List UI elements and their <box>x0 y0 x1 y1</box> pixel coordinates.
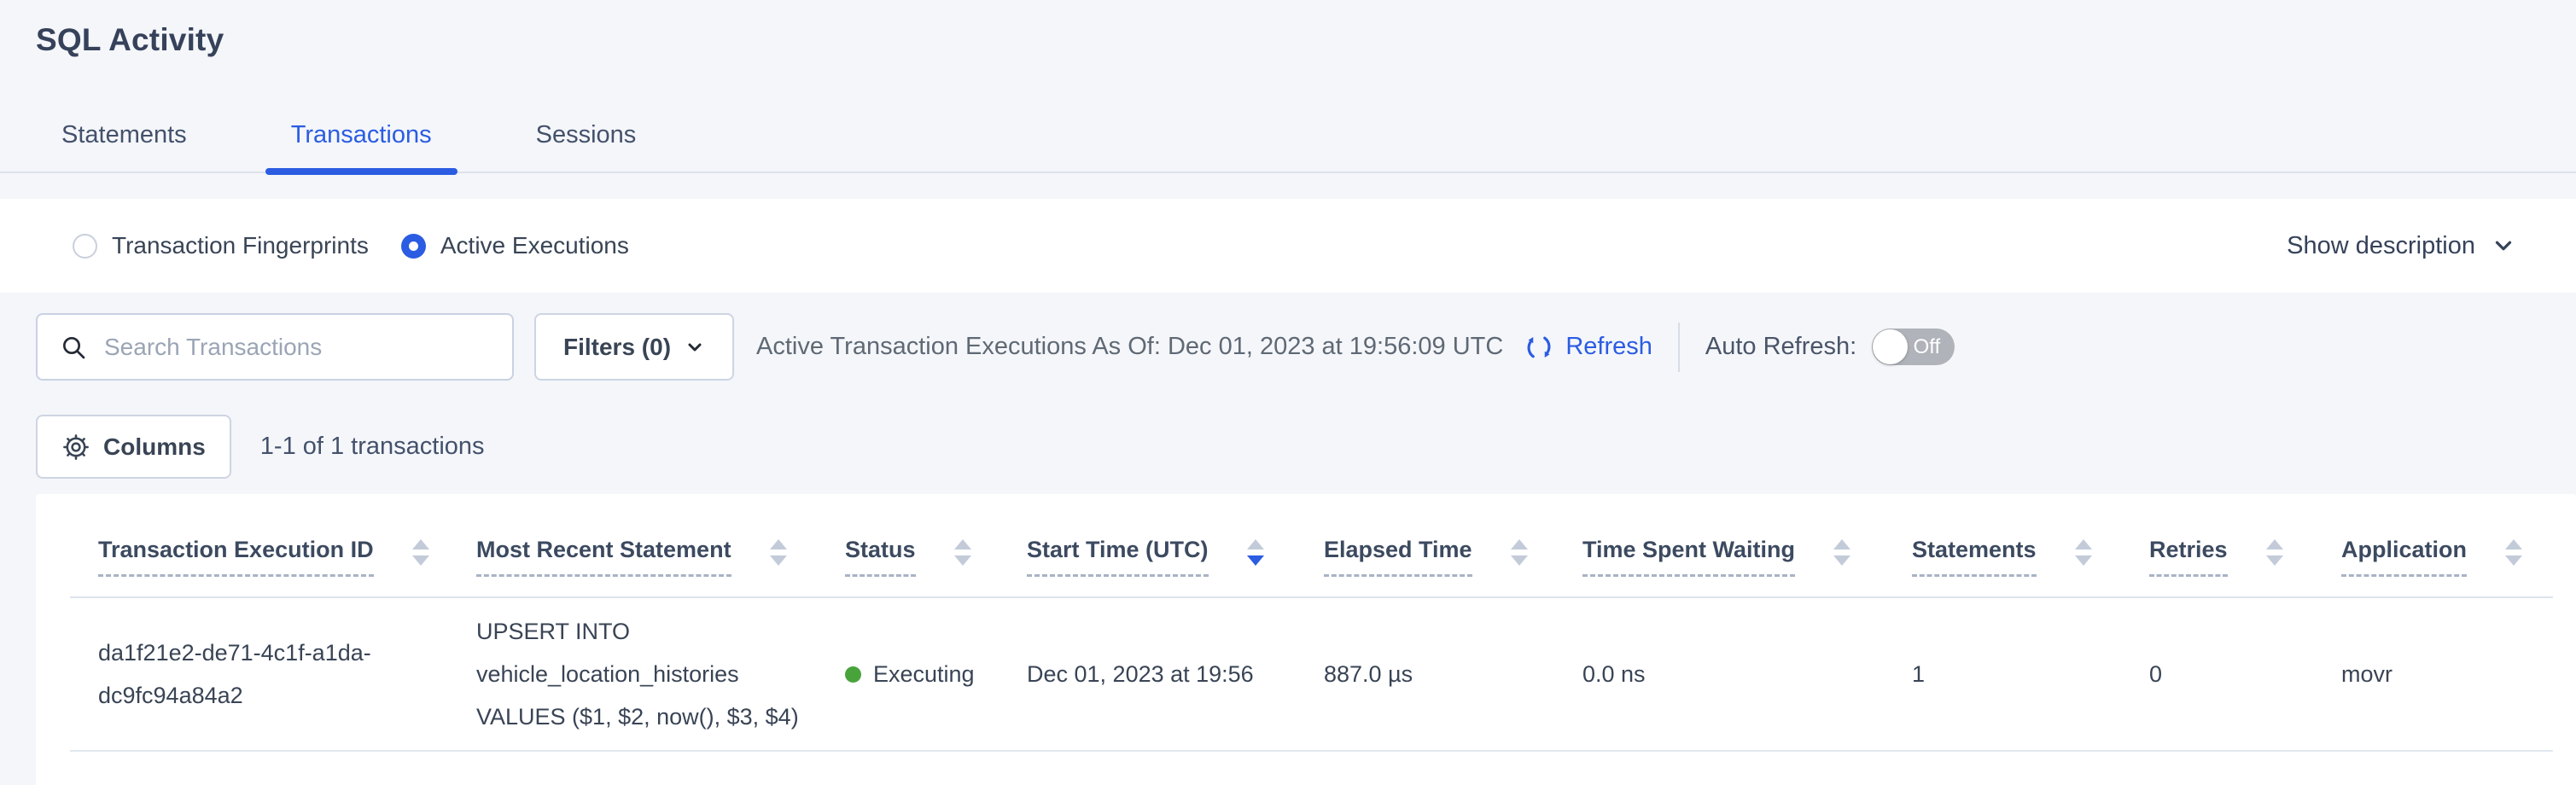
columns-button[interactable]: Columns <box>36 415 231 479</box>
cell-status: Executing <box>817 653 999 695</box>
view-mode-bar: Transaction Fingerprints Active Executio… <box>0 199 2576 293</box>
search-icon <box>60 334 87 361</box>
search-input[interactable] <box>104 334 495 361</box>
refresh-icon <box>1524 332 1554 363</box>
cell-transaction-execution-id[interactable]: da1f21e2-de71-4c1f-a1da-dc9fc94a84a2 <box>70 631 448 717</box>
column-header-status[interactable]: Status <box>817 537 999 596</box>
toolbar: Filters (0) Active Transaction Execution… <box>0 313 2576 381</box>
radio-label: Transaction Fingerprints <box>112 232 369 259</box>
column-header-start-time[interactable]: Start Time (UTC) <box>999 537 1296 596</box>
show-description-toggle[interactable]: Show description <box>2287 232 2516 260</box>
cell-time-spent-waiting: 0.0 ns <box>1554 653 1884 695</box>
radio-active-executions[interactable]: Active Executions <box>401 232 629 259</box>
vertical-divider <box>1678 323 1680 372</box>
column-header-retries[interactable]: Retries <box>2121 537 2313 596</box>
cell-application: movr <box>2313 653 2553 695</box>
filters-label: Filters (0) <box>563 334 671 361</box>
sort-carets-icon[interactable] <box>2505 539 2522 566</box>
sort-carets-icon-active-desc[interactable] <box>1247 539 1264 566</box>
column-header-transaction-execution-id[interactable]: Transaction Execution ID <box>70 537 448 596</box>
tab-sessions[interactable]: Sessions <box>510 121 662 172</box>
status-dot-icon <box>845 666 861 683</box>
tab-statements[interactable]: Statements <box>36 121 213 172</box>
radio-label: Active Executions <box>440 232 629 259</box>
radio-selected-icon[interactable] <box>401 234 426 259</box>
sort-carets-icon[interactable] <box>770 539 787 566</box>
sql-activity-page: SQL Activity Statements Transactions Ses… <box>0 0 2576 785</box>
cell-most-recent-statement: UPSERT INTO vehicle_location_histories V… <box>448 610 817 738</box>
statement-text: UPSERT INTO vehicle_location_histories V… <box>476 610 816 738</box>
tab-bar: Statements Transactions Sessions <box>0 121 2576 173</box>
transactions-table: Transaction Execution ID Most Recent Sta… <box>70 494 2553 752</box>
cell-start-time: Dec 01, 2023 at 19:56 <box>999 653 1296 695</box>
sort-carets-icon[interactable] <box>2075 539 2092 566</box>
sort-carets-icon[interactable] <box>2266 539 2283 566</box>
status-label: Executing <box>873 653 975 695</box>
radio-transaction-fingerprints[interactable]: Transaction Fingerprints <box>73 232 369 259</box>
page-title: SQL Activity <box>0 0 2576 58</box>
gear-icon <box>61 433 90 462</box>
toggle-knob[interactable] <box>1873 329 1908 364</box>
execution-id-link[interactable]: da1f21e2-de71-4c1f-a1da-dc9fc94a84a2 <box>98 631 416 717</box>
cell-statements: 1 <box>1884 653 2121 695</box>
sort-carets-icon[interactable] <box>412 539 429 566</box>
cell-elapsed-time: 887.0 µs <box>1296 653 1554 695</box>
chevron-down-icon <box>2491 233 2516 259</box>
table-row: da1f21e2-de71-4c1f-a1da-dc9fc94a84a2 UPS… <box>70 598 2553 752</box>
as-of-timestamp: Active Transaction Executions As Of: Dec… <box>756 333 1503 361</box>
refresh-label: Refresh <box>1565 333 1652 361</box>
cell-retries: 0 <box>2121 653 2313 695</box>
table-controls: Columns 1-1 of 1 transactions <box>0 415 2576 479</box>
sort-carets-icon[interactable] <box>1833 539 1850 566</box>
toggle-state-label: Off <box>1914 335 1941 359</box>
radio-unselected-icon[interactable] <box>73 234 97 259</box>
columns-label: Columns <box>103 433 206 461</box>
search-box[interactable] <box>36 313 514 381</box>
refresh-button[interactable]: Refresh <box>1524 332 1652 363</box>
sort-carets-icon[interactable] <box>954 539 971 566</box>
column-header-application[interactable]: Application <box>2313 537 2553 596</box>
column-header-statements[interactable]: Statements <box>1884 537 2121 596</box>
chevron-down-icon <box>685 337 705 358</box>
sort-carets-icon[interactable] <box>1511 539 1528 566</box>
table-header-row: Transaction Execution ID Most Recent Sta… <box>70 494 2553 598</box>
filters-button[interactable]: Filters (0) <box>534 313 734 381</box>
tab-transactions[interactable]: Transactions <box>265 121 458 172</box>
transactions-table-card: Transaction Execution ID Most Recent Sta… <box>36 494 2576 785</box>
show-description-label: Show description <box>2287 232 2475 260</box>
auto-refresh-label: Auto Refresh: <box>1705 333 1856 361</box>
column-header-elapsed-time[interactable]: Elapsed Time <box>1296 537 1554 596</box>
auto-refresh-toggle[interactable]: Off <box>1872 329 1955 365</box>
column-header-time-spent-waiting[interactable]: Time Spent Waiting <box>1554 537 1884 596</box>
result-count: 1-1 of 1 transactions <box>260 433 485 461</box>
column-header-most-recent-statement[interactable]: Most Recent Statement <box>448 537 817 596</box>
